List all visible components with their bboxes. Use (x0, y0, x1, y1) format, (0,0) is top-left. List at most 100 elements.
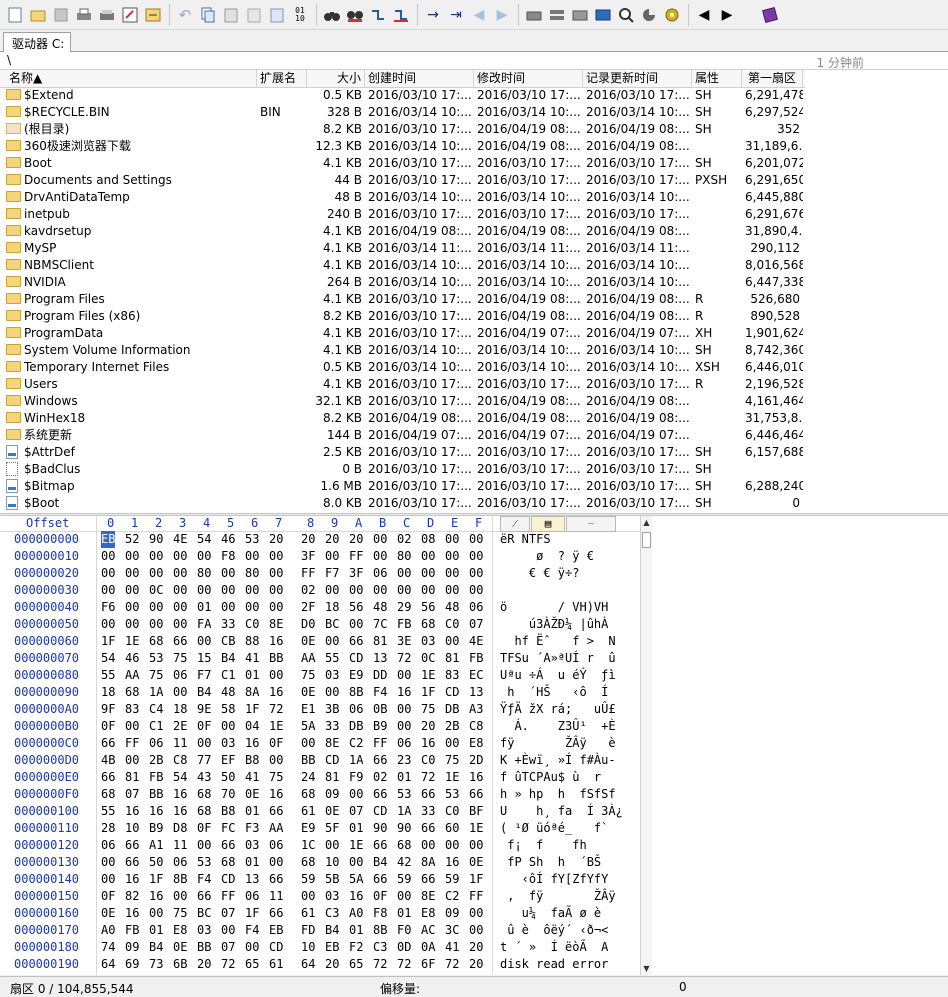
file-row[interactable]: Boot 4.1 KB 2016/03/10 17:... 2016/03/10 17… (0, 155, 805, 172)
file-row[interactable]: Program Files (x86) 8.2 KB 2016/03/10 17:.… (0, 308, 805, 325)
hex-byte[interactable]: BB (269, 650, 283, 667)
find-icon[interactable] (323, 6, 341, 24)
hex-byte[interactable]: 16 (397, 684, 411, 701)
hex-byte[interactable]: C4 (149, 701, 163, 718)
file-row[interactable]: 360极速浏览器下载 12.3 KB 2016/03/14 10:... 2016/0… (0, 138, 805, 155)
hex-byte[interactable]: 5B (325, 871, 339, 888)
file-row[interactable]: NBMSClient 4.1 KB 2016/03/14 10:... 2016/03… (0, 257, 805, 274)
hex-byte[interactable]: 8E (269, 616, 283, 633)
hex-byte[interactable]: 00 (125, 718, 139, 735)
hex-byte[interactable]: 2B (445, 718, 459, 735)
hex-byte[interactable]: 66 (125, 837, 139, 854)
hex-byte[interactable]: 72 (445, 956, 459, 973)
hex-byte[interactable]: 01 (245, 803, 259, 820)
hex-byte[interactable]: 00 (101, 582, 115, 599)
edit-icon[interactable] (121, 6, 139, 24)
hex-byte[interactable]: 8A (245, 684, 259, 701)
gear-icon[interactable] (571, 6, 589, 24)
hex-byte[interactable]: 00 (173, 565, 187, 582)
hex-byte[interactable]: 59 (397, 871, 411, 888)
hex-byte[interactable]: FF (125, 735, 139, 752)
hex-byte[interactable]: 01 (197, 599, 211, 616)
hex-byte[interactable]: 0E (173, 939, 187, 956)
hex-byte[interactable]: 16 (469, 769, 483, 786)
next-icon[interactable]: ▶ (718, 6, 736, 24)
hex-byte[interactable]: 1F (245, 905, 259, 922)
hex-byte[interactable]: 20 (421, 718, 435, 735)
hex-byte[interactable]: 00 (397, 582, 411, 599)
hex-byte[interactable]: EB (325, 939, 339, 956)
hex-byte[interactable]: C8 (469, 718, 483, 735)
hex-byte[interactable]: 7C (373, 616, 387, 633)
hex-byte[interactable]: 1E (269, 718, 283, 735)
hex-byte[interactable]: 59 (445, 871, 459, 888)
ascii-text[interactable]: Uªu ÷Á u éÝ ƒì (500, 667, 616, 684)
hex-byte[interactable]: E9 (301, 820, 315, 837)
hex-byte[interactable]: 66 (269, 803, 283, 820)
hex-byte[interactable]: 00 (301, 888, 315, 905)
hex-byte[interactable]: 00 (445, 565, 459, 582)
hex-byte[interactable]: 16 (125, 871, 139, 888)
hex-byte[interactable]: 0F (197, 718, 211, 735)
file-row[interactable]: System Volume Information 4.1 KB 2016/03/1… (0, 342, 805, 359)
hex-byte[interactable]: 66 (269, 871, 283, 888)
hex-byte[interactable]: 0E (301, 633, 315, 650)
hex-byte[interactable]: 42 (397, 854, 411, 871)
hex-byte[interactable]: 00 (445, 837, 459, 854)
hex-byte[interactable]: 46 (221, 531, 235, 548)
hex-byte[interactable]: 00 (221, 582, 235, 599)
hex-byte[interactable]: 66 (349, 633, 363, 650)
ascii-text[interactable]: hf Ëˆ f > N (500, 633, 615, 650)
file-row[interactable]: MySP 4.1 KB 2016/03/14 11:... 2016/03/14 11… (0, 240, 805, 257)
hex-byte[interactable]: 06 (469, 599, 483, 616)
hex-byte[interactable]: 56 (421, 599, 435, 616)
ascii-text[interactable]: ( ¹Ø üóªé_ f` (500, 820, 608, 837)
hex-byte[interactable]: 18 (325, 599, 339, 616)
hex-byte[interactable]: 06 (173, 667, 187, 684)
hex-byte[interactable]: 16 (445, 854, 459, 871)
hex-byte[interactable]: 00 (397, 701, 411, 718)
hex-byte[interactable]: EB (101, 531, 116, 548)
col-size[interactable]: 大小 (307, 70, 365, 87)
hex-byte[interactable]: 41 (245, 769, 259, 786)
hex-byte[interactable]: E1 (301, 701, 315, 718)
hex-byte[interactable]: 00 (469, 905, 483, 922)
hex-byte[interactable]: 07 (349, 803, 363, 820)
hex-byte[interactable]: 1E (445, 769, 459, 786)
back-icon[interactable]: ◀ (470, 6, 488, 24)
hex-byte[interactable]: 00 (101, 616, 115, 633)
hex-byte[interactable]: 74 (101, 939, 115, 956)
hex-byte[interactable]: 16 (173, 803, 187, 820)
hex-byte[interactable]: 06 (349, 701, 363, 718)
hex-byte[interactable]: 82 (125, 888, 139, 905)
hex-byte[interactable]: 06 (373, 565, 387, 582)
hex-byte[interactable]: 00 (445, 735, 459, 752)
hex-byte[interactable]: 2B (149, 752, 163, 769)
hex-byte[interactable]: C3 (325, 905, 339, 922)
hex-byte[interactable]: 72 (269, 701, 283, 718)
forward-icon[interactable]: ▶ (493, 6, 511, 24)
hex-byte[interactable]: F4 (373, 684, 387, 701)
hex-byte[interactable]: 61 (301, 803, 315, 820)
ascii-text[interactable]: fÿ ŽÂÿ è (500, 735, 616, 752)
hex-byte[interactable]: 1F (469, 871, 483, 888)
hex-byte[interactable]: BC (197, 905, 211, 922)
hex-byte[interactable]: 58 (221, 701, 235, 718)
ascii-text[interactable]: U h¸ fa Í 3À¿ (500, 803, 623, 820)
hex-byte[interactable]: 75 (149, 667, 163, 684)
hex-byte[interactable]: BF (469, 803, 483, 820)
hex-byte[interactable]: 53 (445, 786, 459, 803)
col-ext[interactable]: 扩展名 (257, 70, 307, 87)
hex-byte[interactable]: C0 (445, 616, 459, 633)
hex-byte[interactable]: E8 (469, 735, 483, 752)
hex-byte[interactable]: 00 (469, 531, 483, 548)
hex-byte[interactable]: E8 (421, 905, 435, 922)
hex-byte[interactable]: 65 (245, 956, 259, 973)
hex-byte[interactable]: 5A (349, 871, 363, 888)
hex-byte[interactable]: FB (469, 650, 483, 667)
hex-byte[interactable]: 00 (221, 922, 235, 939)
hex-byte[interactable]: 4E (469, 633, 483, 650)
hex-byte[interactable]: FA (197, 616, 211, 633)
hex-byte[interactable]: 75 (301, 667, 315, 684)
hex-byte[interactable]: 0E (301, 684, 315, 701)
